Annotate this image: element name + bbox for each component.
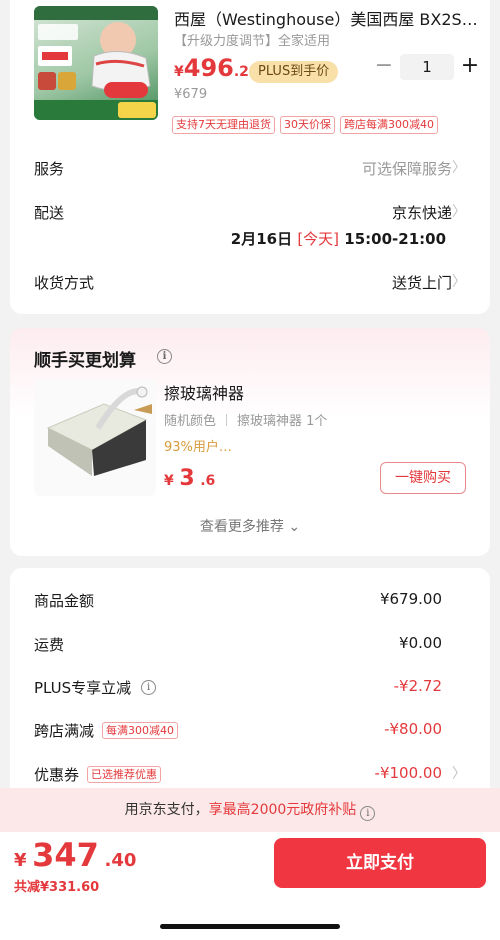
price-currency: ¥ xyxy=(164,473,174,489)
product-title[interactable]: 西屋（Westinghouse）美国西屋 BX2S… xyxy=(174,6,478,30)
product-thumbnail[interactable] xyxy=(34,6,158,120)
price-integer: 3 xyxy=(179,466,195,491)
delivery-today: [今天] xyxy=(297,230,340,248)
quantity-stepper: − 1 + xyxy=(374,54,480,80)
subsidy-highlight: 享最高2000元政府补贴 xyxy=(208,802,357,818)
original-price: ¥679 xyxy=(174,87,208,102)
coupon-label: 优惠券 已选推荐优惠 xyxy=(34,764,162,785)
cross-store-label: 跨店满减 每满300减40 xyxy=(34,720,179,741)
chevron-right-icon: 〉 xyxy=(452,204,466,220)
total-price: ¥ 347 .40 xyxy=(14,836,136,874)
quantity-input[interactable]: 1 xyxy=(400,54,454,80)
plus-discount-value: -¥2.72 xyxy=(393,677,442,695)
delivery-time[interactable]: 2月16日 [今天] 15:00-21:00 xyxy=(231,228,446,249)
recommend-item-image[interactable] xyxy=(34,380,156,496)
cross-store-value: -¥80.00 xyxy=(384,720,442,738)
quantity-increase-button[interactable]: + xyxy=(460,54,480,78)
tag-price-protect: 30天价保 xyxy=(280,116,335,134)
goods-amount-value: ¥679.00 xyxy=(379,590,442,608)
coupon-text: 优惠券 xyxy=(34,766,80,784)
coupon-row[interactable]: 优惠券 已选推荐优惠 -¥100.00 〉 xyxy=(34,762,466,786)
service-label: 服务 xyxy=(34,160,65,178)
receive-method-row[interactable]: 收货方式 送货上门 〉 xyxy=(34,270,466,294)
chevron-right-icon: 〉 xyxy=(452,274,466,290)
delivery-label: 配送 xyxy=(34,204,65,222)
delivery-row[interactable]: 配送 京东快递 〉 xyxy=(34,200,466,224)
service-value: 可选保障服务 xyxy=(361,160,452,178)
plus-discount-row: PLUS专享立减 i -¥2.72 xyxy=(34,675,466,699)
recommend-title-text: 顺手买更划算 xyxy=(34,351,136,371)
cross-store-discount-row: 跨店满减 每满300减40 -¥80.00 xyxy=(34,718,466,742)
checkout-bar: ¥ 347 .40 共减¥331.60 立即支付 xyxy=(0,832,500,940)
info-icon[interactable]: i xyxy=(157,349,172,364)
chevron-right-icon: 〉 xyxy=(452,766,466,782)
chevron-right-icon: 〉 xyxy=(452,160,466,176)
price-decimal: .6 xyxy=(200,473,216,489)
pay-now-button[interactable]: 立即支付 xyxy=(274,838,486,888)
total-saved: 共减¥331.60 xyxy=(14,880,100,895)
delivery-date: 2月16日 xyxy=(230,230,293,248)
receive-method-label: 收货方式 xyxy=(34,274,95,292)
info-icon[interactable]: i xyxy=(141,680,157,695)
delivery-carrier: 京东快递 xyxy=(391,204,452,222)
more-recommendations-link[interactable]: 查看更多推荐 ⌄ xyxy=(10,516,490,536)
cross-store-text: 跨店满减 xyxy=(34,722,95,740)
subsidy-banner[interactable]: 用京东支付，享最高2000元政府补贴 i xyxy=(0,788,500,832)
tag-cross-store-discount: 跨店每满300减40 xyxy=(340,116,438,134)
massager-product-image xyxy=(34,6,158,120)
home-indicator[interactable] xyxy=(160,924,340,929)
plus-discount-label: PLUS专享立减 i xyxy=(34,677,157,698)
recommend-card: 顺手买更划算 i 擦玻璃神器 随机颜色 擦玻璃神器 1个 93%用户… ¥ 3 … xyxy=(10,328,490,556)
meta-divider xyxy=(226,413,228,426)
cross-store-tag: 每满300减40 xyxy=(102,722,179,739)
one-click-buy-button[interactable]: 一键购买 xyxy=(380,462,466,494)
goods-amount-row: 商品金额 ¥679.00 xyxy=(34,588,466,612)
total-integer: 347 xyxy=(32,836,99,874)
coupon-tag: 已选推荐优惠 xyxy=(87,766,162,783)
shipping-value: ¥0.00 xyxy=(399,634,442,652)
shipping-label: 运费 xyxy=(34,636,65,654)
quantity-decrease-button[interactable]: − xyxy=(374,54,394,78)
plus-discount-text: PLUS专享立减 xyxy=(34,679,132,697)
total-decimal: .40 xyxy=(104,850,137,871)
window-wiper-image xyxy=(46,386,152,476)
recommend-item-desc: 擦玻璃神器 1个 xyxy=(237,414,328,429)
service-row[interactable]: 服务 可选保障服务 〉 xyxy=(34,156,466,180)
delivery-window: 15:00-21:00 xyxy=(344,230,446,248)
recommend-item-color: 随机颜色 xyxy=(164,414,217,429)
tag-return-policy: 支持7天无理由退货 xyxy=(172,116,275,134)
info-icon[interactable]: i xyxy=(360,806,376,821)
subsidy-prefix: 用京东支付， xyxy=(124,802,209,818)
plus-price-badge: PLUS到手价 xyxy=(249,61,339,83)
price-integer: 496 xyxy=(183,54,234,82)
recommend-item-rating: 93%用户… xyxy=(164,440,232,455)
product-spec[interactable]: 【升级力度调节】全家适用 xyxy=(174,30,330,49)
total-currency: ¥ xyxy=(14,850,27,871)
receive-method-value: 送货上门 xyxy=(391,274,452,292)
goods-amount-label: 商品金额 xyxy=(34,592,95,610)
order-item-card: 西屋（Westinghouse）美国西屋 BX2S… 【升级力度调节】全家适用 … xyxy=(10,0,490,314)
recommend-item-meta: 随机颜色 擦玻璃神器 1个 xyxy=(164,410,327,429)
shipping-row: 运费 ¥0.00 xyxy=(34,632,466,656)
recommend-item-price: ¥ 3 .6 xyxy=(164,466,215,491)
coupon-value: -¥100.00 xyxy=(374,764,442,782)
product-price: ¥ 496 .28 xyxy=(174,54,259,82)
recommend-title: 顺手买更划算 i xyxy=(34,346,172,371)
price-currency: ¥ xyxy=(174,64,184,80)
recommend-item-name[interactable]: 擦玻璃神器 xyxy=(164,380,244,404)
service-tags: 支持7天无理由退货 30天价保 跨店每满300减40 xyxy=(172,116,438,134)
